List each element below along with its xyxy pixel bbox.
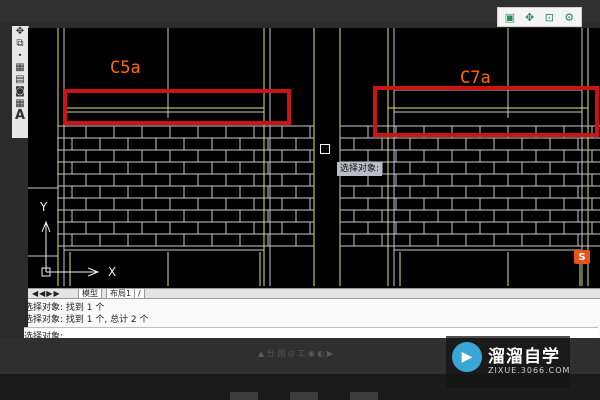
label-c7a: C7a (460, 68, 491, 88)
pick-box-cursor (320, 144, 330, 154)
text-icon[interactable]: A (12, 109, 28, 122)
save-icon[interactable]: ⊡ (542, 10, 556, 24)
watermark-title: 溜溜自学 (488, 347, 560, 367)
ucs-x-label: X (108, 265, 117, 279)
fullscreen-icon[interactable]: ✥ (523, 10, 537, 24)
app-logo-icon: S (574, 250, 590, 264)
taskbar-item[interactable] (290, 392, 318, 400)
label-c5a: C5a (110, 58, 141, 78)
ucs-y-label: Y (40, 200, 48, 214)
taskbar-item[interactable] (230, 392, 258, 400)
selection-highlight-right (373, 86, 599, 137)
block-icon[interactable]: ▦ (12, 62, 28, 74)
move-icon[interactable]: ✥ (12, 26, 28, 38)
draw-toolbar: ✥ ⧉ • ▦ ▤ ◙ ▦ A (12, 26, 29, 138)
command-window: 选择对象: 找到 1 个 选择对象: 找到 1 个, 总计 2 个 选择对象: (24, 298, 600, 342)
command-history-line: 选择对象: 找到 1 个, 总计 2 个 (24, 315, 149, 325)
viewer-toolbar: ▣ ✥ ⊡ ⚙ (497, 7, 582, 27)
window-restore-icon[interactable]: ▣ (503, 10, 517, 24)
brick-wall-left (57, 125, 314, 247)
copy-icon[interactable]: ⧉ (12, 38, 28, 50)
insert-icon[interactable]: ▤ (12, 74, 28, 86)
watermark-url: ZIXUE.3066.COM (488, 366, 571, 375)
settings-icon[interactable]: ⚙ (562, 10, 576, 24)
drawing-canvas[interactable]: C5a C7a 选择对象: Y X (28, 28, 600, 288)
selection-tooltip: 选择对象: (337, 162, 383, 176)
status-toggles: ▲ 分 国 ◎ 工 ◉ ◐ ▶ (258, 349, 334, 358)
watermark: ▶ 溜溜自学 ZIXUE.3066.COM (446, 336, 570, 388)
brick-wall-right (339, 125, 600, 247)
point-icon[interactable]: • (12, 50, 28, 62)
taskbar-item[interactable] (350, 392, 378, 400)
selection-highlight-left (63, 89, 291, 125)
play-logo-icon: ▶ (452, 342, 482, 372)
image-icon[interactable]: ◙ (12, 86, 28, 98)
